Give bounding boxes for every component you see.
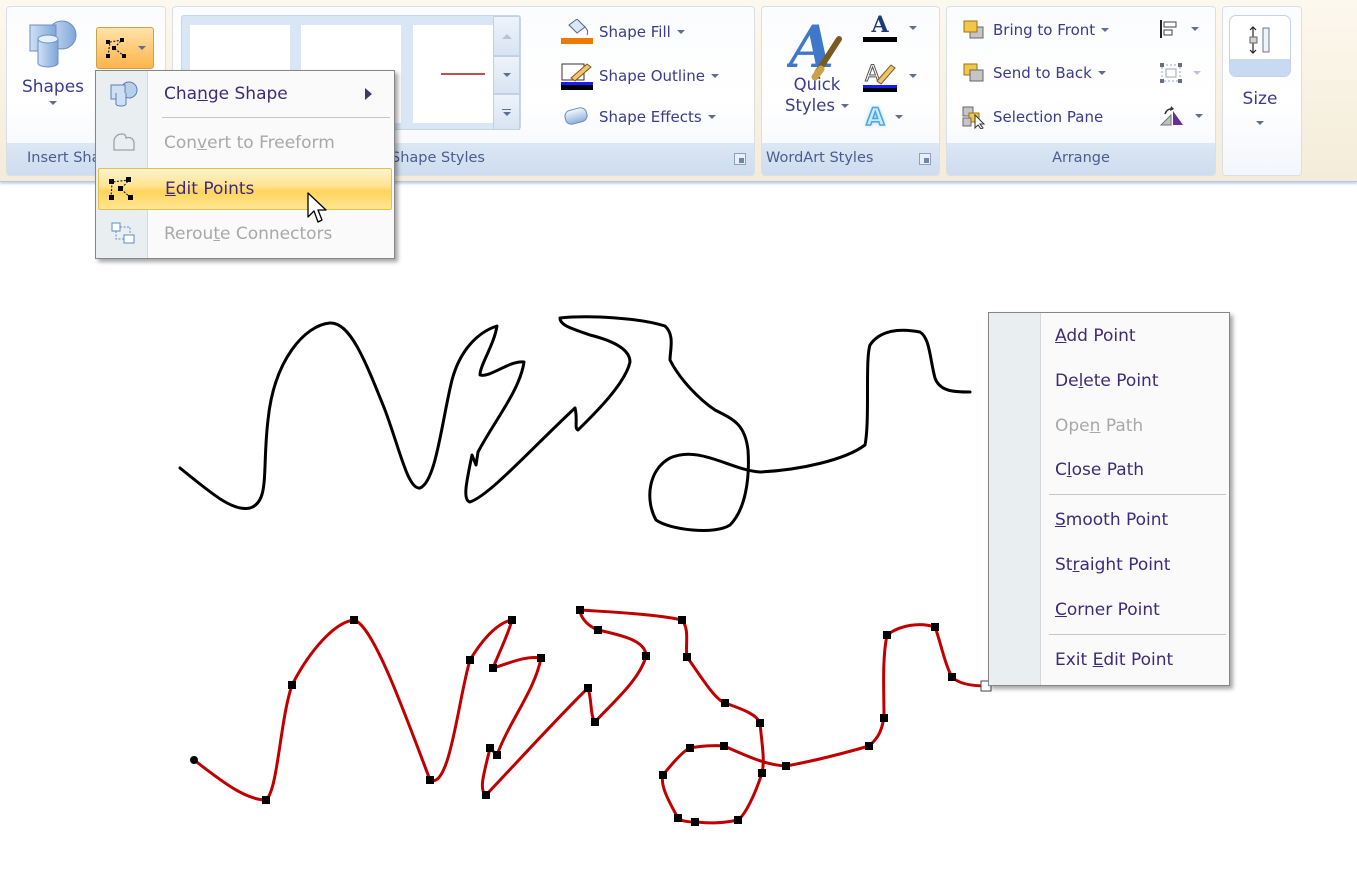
vertex-handle[interactable] [865, 742, 873, 750]
open-path-label: Open Path [1055, 416, 1144, 436]
menu-item-reroute-connectors[interactable]: Reroute Connectors [98, 214, 392, 254]
menu-separator [1049, 634, 1226, 635]
edit-shape-menu: Change Shape Convert to Freeform Edit Po… [95, 70, 395, 259]
vertex-handle[interactable] [880, 714, 888, 722]
vertex-handle[interactable] [489, 664, 497, 672]
menu-item-convert-to-freeform[interactable]: Convert to Freeform [98, 123, 392, 163]
menu-item-add-point[interactable]: Add Point [991, 316, 1227, 356]
menu-item-exit-edit-point[interactable]: Exit Edit Point [991, 640, 1227, 680]
vertex-handle[interactable] [782, 762, 790, 770]
menu-item-close-path[interactable]: Close Path [991, 450, 1227, 490]
vertex-handle[interactable] [721, 699, 729, 707]
vertex-handle[interactable] [350, 616, 358, 624]
vertex-handle[interactable] [756, 719, 764, 727]
vertex-handle[interactable] [288, 681, 296, 689]
freeform-edit-path[interactable] [193, 608, 987, 825]
menu-item-straight-point[interactable]: Straight Point [991, 545, 1227, 585]
change-shape-icon [110, 81, 138, 107]
edit-points-label: Edit Points [165, 179, 255, 199]
vertex-handle[interactable] [948, 673, 956, 681]
vertex-handle[interactable] [758, 769, 766, 777]
vertex-handle[interactable] [883, 631, 891, 639]
vertex-handle[interactable] [584, 684, 592, 692]
vertex-handle[interactable] [678, 616, 686, 624]
vertex-handle[interactable] [482, 791, 490, 799]
vertex-handle[interactable] [493, 751, 501, 759]
vertex-handle[interactable] [594, 626, 602, 634]
start-vertex-handle[interactable] [190, 756, 198, 764]
edit-points-icon [109, 177, 133, 200]
vertex-handle[interactable] [720, 742, 728, 750]
freeform-shape-icon [113, 133, 135, 151]
edit-point-context-menu: Add Point Delete Point Open Path Close P… [988, 312, 1230, 686]
menu-separator [1049, 494, 1226, 495]
reroute-connectors-label: Reroute Connectors [164, 224, 333, 244]
vertex-handle[interactable] [674, 814, 682, 822]
vertex-handle[interactable] [931, 623, 939, 631]
menu-item-edit-points[interactable]: Edit Points [98, 168, 392, 210]
vertex-handle[interactable] [486, 744, 494, 752]
smooth-point-label: Smooth Point [1055, 510, 1169, 530]
menu-item-open-path[interactable]: Open Path [991, 406, 1227, 446]
submenu-arrow-icon [365, 88, 372, 100]
mouse-cursor-icon [307, 192, 327, 223]
exit-edit-point-label: Exit Edit Point [1055, 650, 1174, 670]
vertex-handle[interactable] [591, 718, 599, 726]
reroute-connectors-icon [111, 222, 135, 244]
menu-item-delete-point[interactable]: Delete Point [991, 361, 1227, 401]
edit-vertices [190, 606, 956, 826]
menu-item-corner-point[interactable]: Corner Point [991, 590, 1227, 630]
straight-point-label: Straight Point [1055, 555, 1171, 575]
vertex-handle[interactable] [576, 606, 584, 614]
vertex-handle[interactable] [262, 796, 270, 804]
vertex-handle[interactable] [426, 776, 434, 784]
vertex-handle[interactable] [537, 654, 545, 662]
vertex-handle[interactable] [659, 771, 667, 779]
corner-point-label: Corner Point [1055, 600, 1160, 620]
vertex-handle[interactable] [691, 818, 699, 826]
change-shape-label: Change Shape [164, 84, 288, 104]
vertex-handle[interactable] [686, 744, 694, 752]
convert-to-freeform-label: Convert to Freeform [164, 133, 335, 153]
menu-separator [162, 117, 390, 118]
menu-item-change-shape[interactable]: Change Shape [98, 74, 392, 114]
freeform-shape[interactable] [178, 315, 972, 532]
add-point-label: Add Point [1055, 326, 1136, 346]
vertex-handle[interactable] [683, 653, 691, 661]
vertex-handle[interactable] [508, 616, 516, 624]
menu-item-smooth-point[interactable]: Smooth Point [991, 500, 1227, 540]
delete-point-label: Delete Point [1055, 371, 1159, 391]
vertex-handle[interactable] [734, 816, 742, 824]
vertex-handle[interactable] [466, 656, 474, 664]
close-path-label: Close Path [1055, 460, 1145, 480]
vertex-handle[interactable] [642, 652, 650, 660]
